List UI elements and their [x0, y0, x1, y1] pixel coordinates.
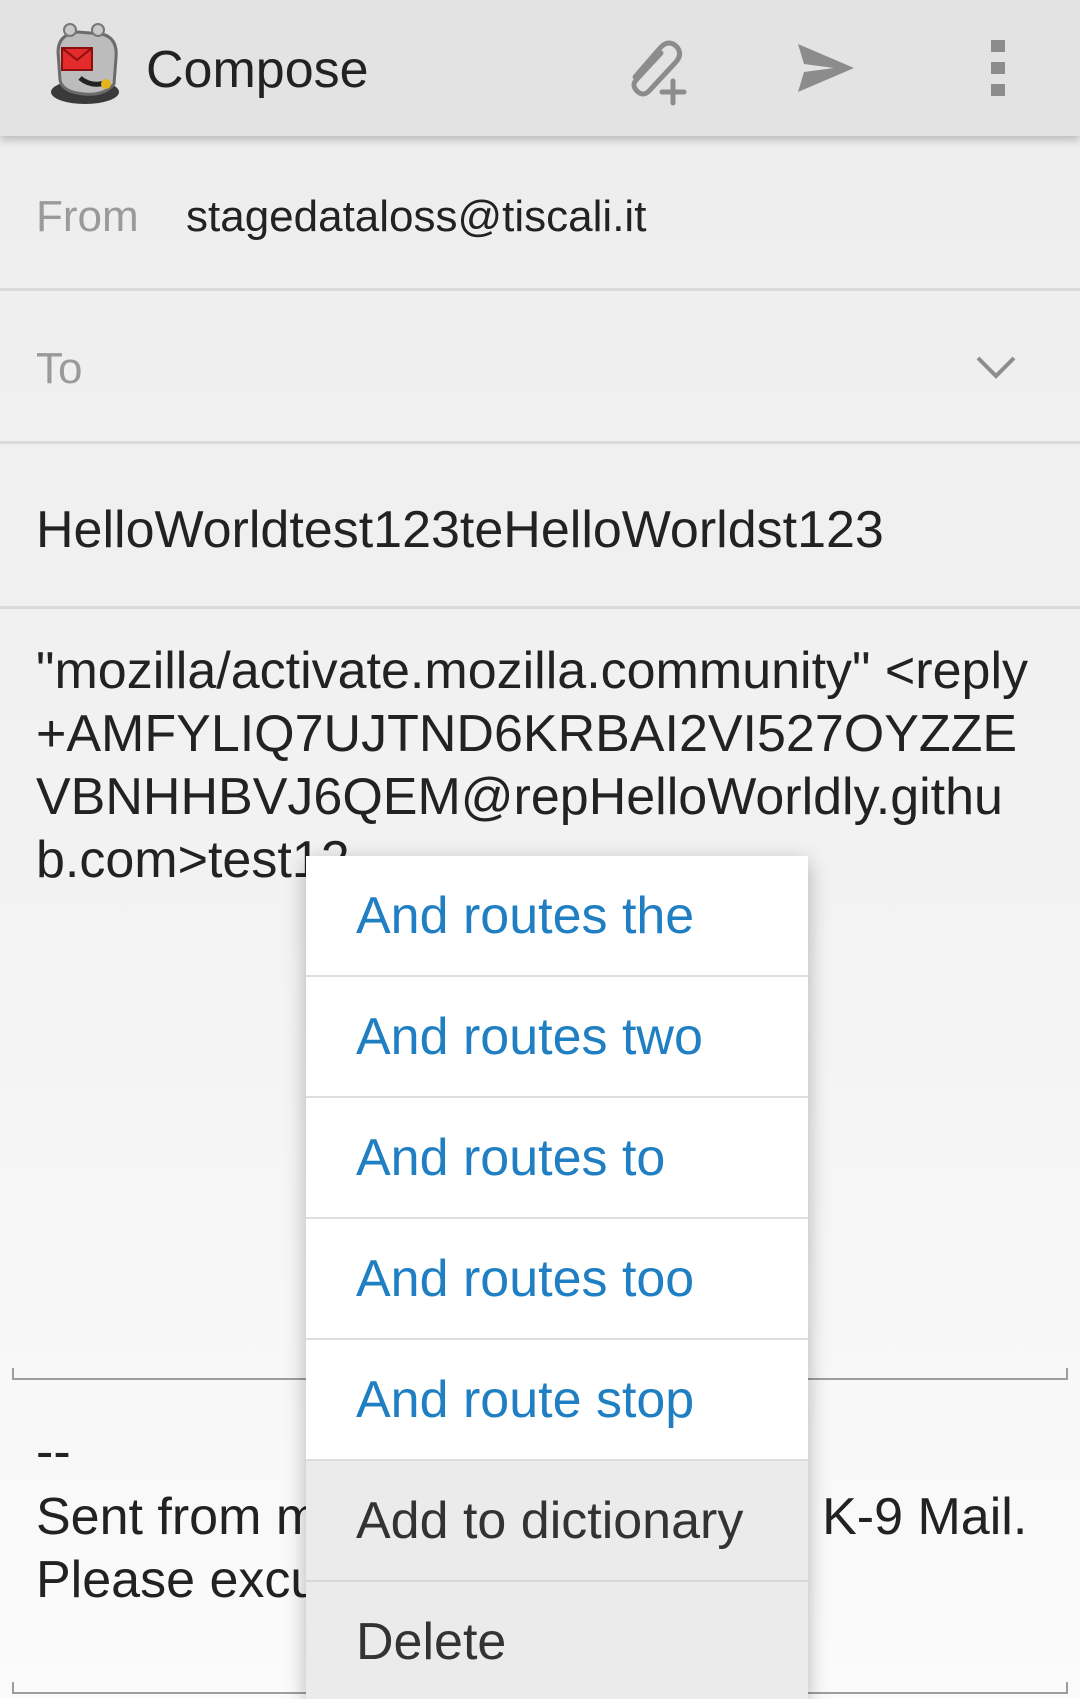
divider	[0, 441, 1080, 444]
attach-icon[interactable]	[616, 28, 696, 108]
app-bar: Compose	[0, 0, 1080, 136]
suggestion-item[interactable]: And routes to	[306, 1098, 808, 1219]
app-title: Compose	[146, 41, 369, 99]
overflow-menu-icon[interactable]	[958, 28, 1038, 108]
add-to-dictionary-item[interactable]: Add to dictionary	[306, 1461, 808, 1582]
from-label: From	[36, 192, 139, 241]
message-body-field[interactable]: "mozilla/activate.mozilla.community" <re…	[36, 640, 1046, 892]
from-account-selector[interactable]: stagedataloss@tiscali.it	[186, 192, 646, 242]
suggestion-item[interactable]: And route stop	[306, 1340, 808, 1461]
signature-separator: --	[36, 1423, 71, 1481]
suggestion-item[interactable]: And routes the	[306, 856, 808, 977]
suggestion-item[interactable]: And routes two	[306, 977, 808, 1098]
subject-field[interactable]: HelloWorldtest123teHelloWorldst123	[36, 500, 884, 560]
send-icon[interactable]	[786, 28, 866, 108]
spellcheck-suggestion-menu: And routes the And routes two And routes…	[306, 856, 808, 1699]
to-field[interactable]: To	[36, 344, 82, 394]
divider	[0, 606, 1080, 609]
k9-mail-logo-icon[interactable]	[44, 22, 126, 108]
chevron-down-icon[interactable]	[974, 352, 1018, 382]
delete-item[interactable]: Delete	[306, 1582, 808, 1699]
divider	[0, 288, 1080, 291]
suggestion-item[interactable]: And routes too	[306, 1219, 808, 1340]
